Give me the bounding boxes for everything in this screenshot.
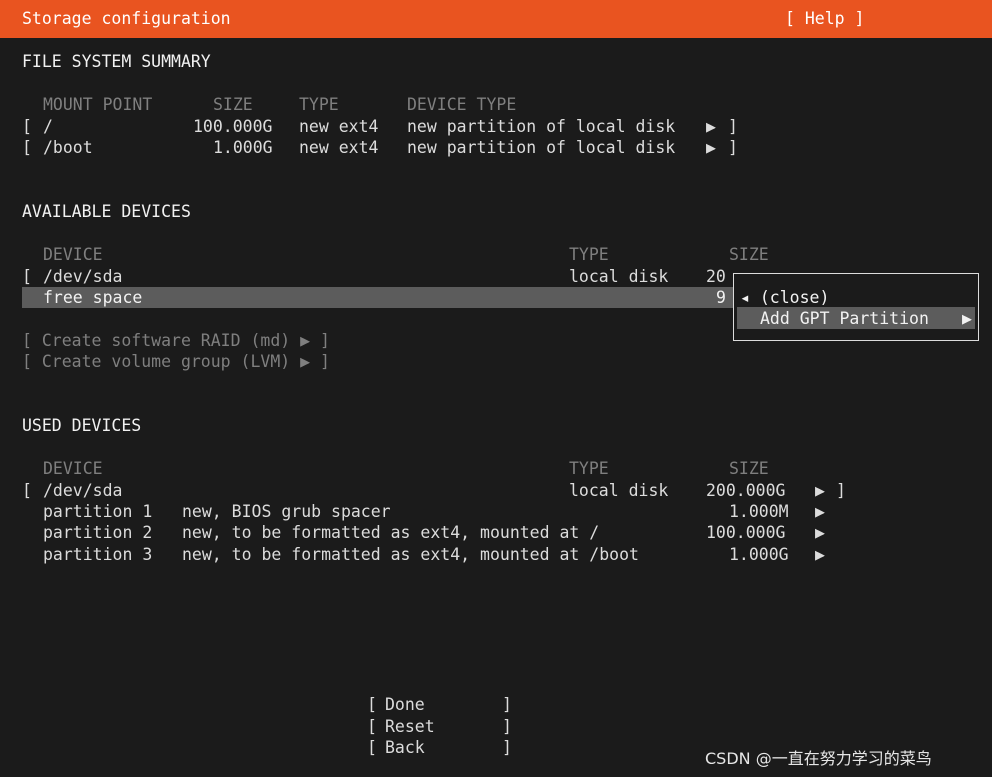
submenu-arrow-icon: ▶ (815, 502, 825, 521)
button-bracket-close: ] (502, 738, 512, 757)
row-bracket-close: ] (836, 481, 846, 500)
button-bracket-close: ] (502, 717, 512, 736)
menu-add-gpt-label: Add GPT Partition (760, 309, 929, 328)
device-name: /dev/sda (43, 481, 123, 500)
reset-label: Reset (385, 717, 435, 736)
device-type: local disk (569, 267, 669, 286)
used-col-device: DEVICE (43, 459, 103, 478)
size: 100.000G (193, 117, 273, 136)
submenu-arrow-icon: ▶ (706, 117, 716, 136)
free-space-label: free space (43, 288, 143, 307)
row-bracket-close: ] (728, 138, 738, 157)
used-col-size: SIZE (729, 459, 769, 478)
row-bracket-close: ] (728, 117, 738, 136)
row-bracket-open: [ (22, 267, 32, 286)
partition-name: partition 2 (43, 523, 153, 542)
done-label: Done (385, 695, 425, 714)
submenu-arrow-icon: ▶ (815, 481, 825, 500)
partition-name: partition 1 (43, 502, 153, 521)
used-devices-heading: USED DEVICES (22, 416, 142, 435)
partition-desc: new, to be formatted as ext4, mounted at… (182, 523, 600, 542)
available-devices-heading: AVAILABLE DEVICES (22, 202, 191, 221)
fs-col-mount: MOUNT POINT (43, 95, 153, 114)
back-label: Back (385, 738, 425, 757)
partition-name: partition 3 (43, 545, 153, 564)
device-type: new partition of local disk (407, 117, 676, 136)
device-type: new partition of local disk (407, 138, 676, 157)
button-bracket-close: ] (502, 695, 512, 714)
submenu-arrow-icon: ▶ (815, 523, 825, 542)
used-col-type: TYPE (569, 459, 609, 478)
submenu-arrow-icon: ▶ (815, 545, 825, 564)
device-size: 200.000G (706, 481, 786, 500)
partition-size: 100.000G (706, 523, 786, 542)
row-bracket-open: [ (22, 481, 32, 500)
fs-summary-heading: FILE SYSTEM SUMMARY (22, 52, 211, 71)
size: 1.000G (213, 138, 273, 157)
partition-desc: new, BIOS grub spacer (182, 502, 391, 521)
button-bracket-open: [ (367, 695, 377, 714)
row-bracket-open: [ (22, 138, 32, 157)
avail-col-device: DEVICE (43, 245, 103, 264)
fs-type: new ext4 (299, 138, 379, 157)
help-button[interactable]: [ Help ] (785, 8, 864, 30)
device-size: 20 (706, 267, 726, 286)
avail-col-type: TYPE (569, 245, 609, 264)
button-bracket-open: [ (367, 717, 377, 736)
watermark: CSDN @一直在努力学习的菜鸟 (705, 749, 932, 768)
device-type: local disk (569, 481, 669, 500)
fs-type: new ext4 (299, 117, 379, 136)
partition-desc: new, to be formatted as ext4, mounted at… (182, 545, 639, 564)
create-raid-button[interactable]: [ Create software RAID (md) ▶ ] (22, 330, 330, 352)
fs-col-type: TYPE (299, 95, 339, 114)
submenu-arrow-icon: ▶ (962, 309, 972, 328)
window-title: Storage configuration (22, 9, 231, 28)
fs-col-size: SIZE (213, 95, 253, 114)
avail-col-size: SIZE (729, 245, 769, 264)
submenu-arrow-icon: ▶ (706, 138, 716, 157)
mount-point: / (43, 117, 53, 136)
row-bracket-open: [ (22, 117, 32, 136)
device-name: /dev/sda (43, 267, 123, 286)
mount-point: /boot (43, 138, 93, 157)
partition-size: 1.000M (729, 502, 789, 521)
create-lvm-button[interactable]: [ Create volume group (LVM) ▶ ] (22, 351, 330, 373)
button-bracket-open: [ (367, 738, 377, 757)
menu-close-item[interactable]: ◂ (close) (740, 287, 829, 309)
fs-col-device-type: DEVICE TYPE (407, 95, 517, 114)
free-space-size: 9 (716, 288, 726, 307)
partition-size: 1.000G (729, 545, 789, 564)
